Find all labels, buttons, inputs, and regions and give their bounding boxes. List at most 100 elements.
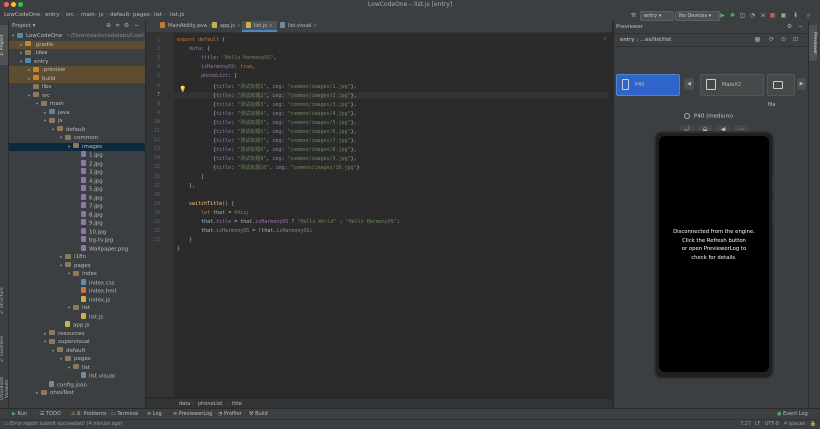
tab-list-js[interactable]: list.js × bbox=[242, 21, 277, 32]
todo-tool-tab[interactable]: ☰ TODO bbox=[40, 411, 61, 417]
tree-item[interactable]: ▾ js bbox=[9, 117, 145, 126]
debug-icon[interactable]: ✱ bbox=[729, 12, 736, 19]
breadcrumb-item[interactable]: main bbox=[81, 12, 95, 18]
problems-tool-tab[interactable]: ⚠ 6: Problems bbox=[71, 411, 107, 417]
tree-item[interactable]: ▾ main bbox=[9, 100, 145, 109]
next-device-button[interactable]: ▶ bbox=[797, 78, 806, 90]
profile-icon[interactable]: ◔ bbox=[749, 12, 756, 19]
device-manager-icon[interactable]: ▣ bbox=[780, 12, 787, 19]
search-icon[interactable]: ⌕ bbox=[805, 12, 812, 19]
breadcrumb-item[interactable]: list bbox=[154, 12, 162, 18]
run-tool-tab[interactable]: ▶ Run bbox=[12, 411, 27, 417]
terminal-tool-tab[interactable]: ▭ Terminal bbox=[111, 411, 138, 417]
tree-item[interactable]: libs bbox=[9, 83, 145, 92]
breadcrumb-item[interactable]: LowCodeOne bbox=[4, 12, 40, 18]
favorites-tool-tab[interactable]: 2: Favorites bbox=[0, 329, 8, 369]
inspection-ok-icon[interactable]: ✓ bbox=[603, 35, 607, 42]
tree-item[interactable]: 10.jpg bbox=[9, 227, 145, 237]
profiler-tool-tab[interactable]: ◔ Profiler bbox=[218, 411, 242, 417]
breadcrumb-item[interactable]: pages bbox=[133, 12, 150, 18]
previewer-tool-tab[interactable]: Previewer bbox=[809, 25, 817, 61]
tree-item[interactable]: ▸ build bbox=[9, 74, 145, 83]
device-card-p40[interactable]: P40 bbox=[616, 74, 680, 96]
lightbulb-icon[interactable]: 💡 bbox=[179, 86, 186, 93]
tree-item[interactable]: Wallpaper.png bbox=[9, 244, 145, 254]
project-view-select[interactable]: Project ▾ bbox=[12, 23, 35, 29]
tree-item[interactable]: index.css bbox=[9, 278, 145, 288]
attach-debugger-icon[interactable]: ⇲ bbox=[759, 12, 766, 19]
tree-item[interactable]: list.js bbox=[9, 312, 145, 322]
refresh-icon[interactable]: ⟳ bbox=[768, 36, 775, 43]
breadcrumb-item[interactable]: entry bbox=[45, 12, 60, 18]
hide-panel-icon[interactable]: − bbox=[133, 22, 140, 29]
tree-item[interactable]: bg-tv.jpg bbox=[9, 236, 145, 245]
tree-item[interactable]: ▾ list bbox=[9, 304, 145, 313]
sdk-manager-icon[interactable]: ⬇ bbox=[792, 12, 799, 19]
event-log-tool-tab[interactable]: ● Event Log bbox=[777, 411, 808, 417]
breadcrumb-item[interactable]: list.js bbox=[170, 12, 184, 18]
settings-gear-icon[interactable]: ⚙ bbox=[786, 23, 793, 30]
multi-device-icon[interactable]: ▦ bbox=[754, 36, 761, 43]
inspector-icon[interactable]: ⊡ bbox=[792, 36, 799, 43]
tab-list-visual[interactable]: list.visual × bbox=[276, 21, 321, 32]
tree-item[interactable]: ▾ pages bbox=[9, 355, 145, 364]
tree-item[interactable]: 6.jpg bbox=[9, 193, 145, 203]
tree-item[interactable]: ▾ LowCodeOne ~/Downloads/codelabs/LowC bbox=[9, 32, 145, 41]
project-tool-tab[interactable]: 1: Project bbox=[0, 25, 8, 65]
tree-item[interactable]: index.js bbox=[9, 295, 145, 305]
hide-panel-icon[interactable]: − bbox=[797, 23, 804, 30]
tree-item[interactable]: ▸ i18n bbox=[9, 253, 145, 262]
tree-item[interactable]: 8.jpg bbox=[9, 210, 145, 220]
coverage-icon[interactable]: ◫ bbox=[739, 12, 746, 19]
breadcrumb-item[interactable]: src bbox=[66, 12, 74, 18]
tree-item[interactable]: 3.jpg bbox=[9, 168, 145, 177]
tree-item[interactable]: ▸ .idea bbox=[9, 49, 145, 58]
tree-item[interactable]: ▾ supervisual bbox=[9, 338, 145, 347]
log-tool-tab[interactable]: ≡ Log bbox=[147, 411, 162, 417]
tree-item[interactable]: 5.jpg bbox=[9, 185, 145, 194]
tree-item[interactable]: ▸ resources bbox=[9, 330, 145, 339]
tree-item[interactable]: ▾ entry bbox=[9, 58, 145, 67]
build-variants-tool-tab[interactable]: OhosBuild Variants bbox=[0, 371, 10, 407]
tree-item[interactable]: index.hml bbox=[9, 287, 145, 296]
stop-icon[interactable]: ■ bbox=[769, 12, 776, 19]
tree-item[interactable]: 2.jpg bbox=[9, 159, 145, 169]
tree-item[interactable]: ▾ common bbox=[9, 134, 145, 143]
tree-item[interactable]: ▸ ohosTest bbox=[9, 389, 145, 398]
run-icon[interactable]: ▶ bbox=[719, 12, 726, 19]
tree-item[interactable]: ▾ pages bbox=[9, 262, 145, 271]
collapse-all-icon[interactable]: ≑ bbox=[114, 22, 121, 29]
prev-device-button[interactable]: ◀ bbox=[684, 78, 694, 90]
tree-item[interactable]: 9.jpg bbox=[9, 219, 145, 228]
tree-item[interactable]: ▾ index bbox=[9, 270, 145, 279]
breadcrumb-item[interactable]: js bbox=[99, 12, 103, 18]
tree-item[interactable]: 1.jpg bbox=[9, 151, 145, 160]
previewerlog-tool-tab[interactable]: ≡ PreviewerLog bbox=[173, 411, 212, 417]
device-select[interactable]: No Devices ▾ bbox=[675, 11, 720, 21]
tree-item[interactable]: ▾ default bbox=[9, 347, 145, 356]
breadcrumb-item[interactable]: default bbox=[110, 12, 129, 18]
zoom-icon[interactable]: ⊙ bbox=[780, 36, 787, 43]
tree-item[interactable]: ▸ .gradle bbox=[9, 40, 145, 49]
structure-tool-tab[interactable]: 2: Structure bbox=[0, 281, 8, 321]
tree-item[interactable]: ▸ .preview bbox=[9, 66, 145, 75]
locate-file-icon[interactable]: ⊕ bbox=[105, 22, 112, 29]
run-config-select[interactable]: entry ▾ bbox=[640, 11, 674, 21]
tab-app-js[interactable]: app.js × bbox=[208, 21, 245, 32]
tree-item[interactable]: 7.jpg bbox=[9, 202, 145, 211]
hammer-icon[interactable]: ⚒ bbox=[630, 12, 637, 19]
tree-item[interactable]: config.json bbox=[9, 380, 145, 390]
tree-item[interactable]: ▾ list bbox=[9, 364, 145, 373]
code-editor[interactable]: ✓ export default { data: { title: "Hello… bbox=[174, 33, 612, 397]
tree-item[interactable]: 4.jpg bbox=[9, 176, 145, 186]
settings-gear-icon[interactable]: ⚙ bbox=[123, 22, 130, 29]
tree-item[interactable]: ▾ default bbox=[9, 126, 145, 135]
tree-item[interactable]: app.js bbox=[9, 321, 145, 330]
tree-item[interactable]: list.visual bbox=[9, 372, 145, 381]
tree-item[interactable]: ▸ java bbox=[9, 109, 145, 118]
tree-item[interactable]: ▾ src bbox=[9, 92, 145, 101]
tree-item[interactable]: ▾ images bbox=[9, 142, 145, 151]
device-card-more[interactable]: Ma bbox=[767, 74, 795, 108]
device-card-matex2[interactable]: MateX2 bbox=[700, 74, 764, 96]
build-tool-tab[interactable]: ⚒ Build bbox=[249, 411, 268, 417]
